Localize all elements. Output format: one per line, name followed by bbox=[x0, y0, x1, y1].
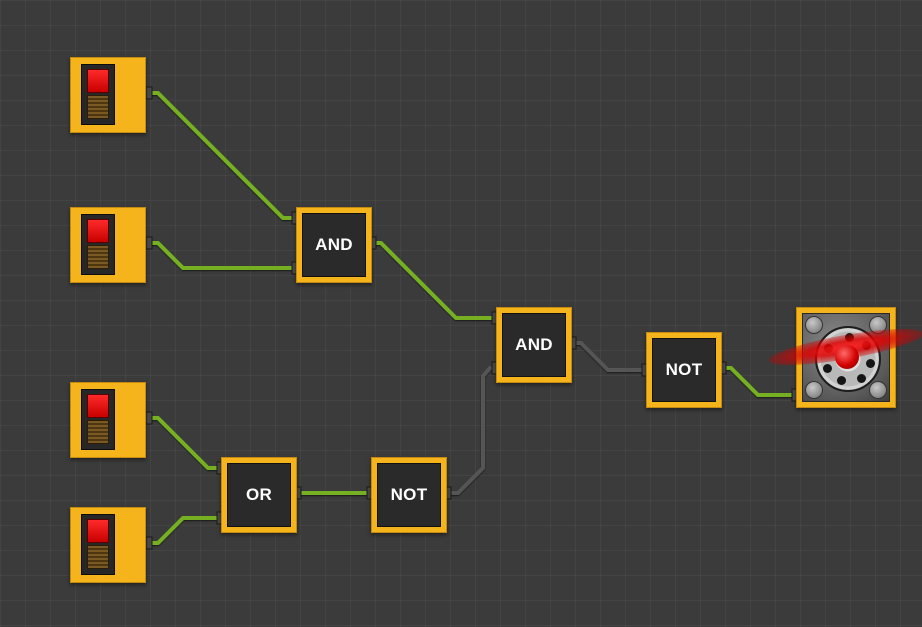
switch-plate bbox=[81, 514, 115, 575]
wire-and1-and2[interactable] bbox=[373, 241, 496, 320]
port-switch4-out[interactable] bbox=[145, 536, 153, 550]
wire-switch3-or1[interactable] bbox=[150, 416, 221, 470]
bolt-icon bbox=[805, 381, 823, 399]
red-lamp-icon bbox=[87, 519, 109, 543]
red-lamp-icon bbox=[87, 394, 109, 418]
vent-hole-icon bbox=[857, 374, 866, 383]
switch-lever-icon[interactable] bbox=[87, 95, 109, 119]
red-lamp-icon bbox=[87, 69, 109, 93]
wire-switch1-and1[interactable] bbox=[150, 91, 296, 220]
switch-4[interactable] bbox=[70, 507, 146, 583]
switch-plate bbox=[81, 214, 115, 275]
switch-plate bbox=[81, 389, 115, 450]
vent-hole-icon bbox=[837, 376, 846, 385]
red-lamp-icon bbox=[87, 219, 109, 243]
switch-lever-icon[interactable] bbox=[87, 245, 109, 269]
wire-not2-fan[interactable] bbox=[723, 366, 796, 397]
or-gate[interactable]: OR bbox=[221, 457, 297, 533]
port-switch2-out[interactable] bbox=[145, 236, 153, 250]
wire-and2-not2[interactable] bbox=[573, 341, 646, 372]
bolt-icon bbox=[869, 381, 887, 399]
gate-label: AND bbox=[502, 313, 566, 377]
gate-label: OR bbox=[227, 463, 291, 527]
vent-hole-icon bbox=[823, 364, 832, 373]
vent-hole-icon bbox=[866, 359, 875, 368]
switch-lever-icon[interactable] bbox=[87, 420, 109, 444]
gate-label: NOT bbox=[377, 463, 441, 527]
switch-2[interactable] bbox=[70, 207, 146, 283]
wire-not1-and2[interactable] bbox=[448, 366, 496, 495]
switch-plate bbox=[81, 64, 115, 125]
switch-3[interactable] bbox=[70, 382, 146, 458]
wire-switch2-and1[interactable] bbox=[150, 241, 296, 270]
gate-label: NOT bbox=[652, 338, 716, 402]
and-gate-2[interactable]: AND bbox=[496, 307, 572, 383]
not-gate-2[interactable]: NOT bbox=[646, 332, 722, 408]
wire-switch4-or1[interactable] bbox=[150, 516, 221, 545]
bolt-icon bbox=[805, 316, 823, 334]
switch-1[interactable] bbox=[70, 57, 146, 133]
port-switch1-out[interactable] bbox=[145, 86, 153, 100]
fan-hub-icon bbox=[835, 345, 859, 369]
gate-label: AND bbox=[302, 213, 366, 277]
not-gate-1[interactable]: NOT bbox=[371, 457, 447, 533]
and-gate-1[interactable]: AND bbox=[296, 207, 372, 283]
port-switch3-out[interactable] bbox=[145, 411, 153, 425]
switch-lever-icon[interactable] bbox=[87, 545, 109, 569]
